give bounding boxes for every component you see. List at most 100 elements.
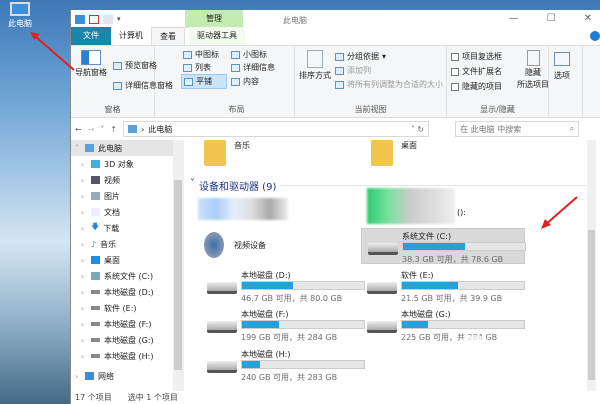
chevron-right-icon[interactable]: › — [75, 372, 81, 381]
hide-selected-button[interactable]: 隐藏所选项目 — [517, 50, 549, 90]
chevron-right-icon[interactable]: › — [81, 272, 87, 281]
chevron-right-icon[interactable]: › — [81, 240, 87, 249]
nav-label: 网络 — [98, 371, 114, 382]
layout-list[interactable]: 列表 — [183, 62, 211, 73]
tiles-icon — [184, 78, 193, 86]
tab-view[interactable]: 查看 — [151, 27, 185, 45]
chevron-right-icon[interactable]: › — [81, 352, 87, 361]
chevron-right-icon[interactable]: › — [81, 192, 87, 201]
nav-item-desktop[interactable]: ›桌面 — [71, 252, 183, 268]
chevron-down-icon[interactable]: ˅ — [190, 178, 195, 193]
sort-by-button[interactable]: 排序方式 — [299, 50, 331, 81]
layout-tiles[interactable]: 平铺 — [181, 74, 227, 89]
customize-dropdown-icon[interactable]: ▾ — [117, 15, 127, 24]
folder-music[interactable]: 音乐 — [204, 140, 250, 166]
chevron-right-icon[interactable]: › — [81, 304, 87, 313]
nav-item-drive-c[interactable]: › 系统文件 (C:) — [71, 268, 183, 284]
layout-medium-icons[interactable]: 中图标 — [183, 49, 219, 60]
search-input[interactable]: 在 此电脑 中搜索⌕ — [455, 121, 579, 137]
refresh-icon[interactable]: ˅ ↻ — [411, 125, 424, 134]
fit-columns-button[interactable]: 将所有列调整为合适的大小 — [335, 79, 443, 90]
medium-icons-icon — [183, 51, 192, 59]
drive-name: 本地磁盘 (D:) — [241, 270, 291, 281]
drive-tile[interactable]: 软件 (E:) 21.5 GB 可用，共 39.9 GB — [361, 268, 525, 304]
hard-drive-icon — [367, 321, 397, 333]
up-button[interactable]: ↑ — [110, 125, 117, 134]
drive-name: 本地磁盘 (F:) — [241, 309, 288, 320]
new-folder-icon[interactable] — [103, 15, 113, 24]
nav-item-downloads[interactable]: ›🡇下载 — [71, 220, 183, 236]
folder-desktop[interactable]: 桌面 — [371, 140, 417, 166]
nav-label: 系统文件 (C:) — [104, 271, 153, 282]
context-tab-manage[interactable]: 管理 — [185, 10, 243, 28]
status-bar: 17 个项目 选中 1 个项目 — [71, 391, 600, 404]
chevron-right-icon[interactable]: › — [81, 224, 87, 233]
help-icon[interactable] — [590, 31, 600, 41]
add-column-button[interactable]: 添加列 — [335, 65, 371, 76]
chevron-right-icon[interactable]: › — [81, 336, 87, 345]
nav-item-drive-f[interactable]: ›本地磁盘 (F:) — [71, 316, 183, 332]
nav-item-documents[interactable]: ›文档 — [71, 204, 183, 220]
checkbox[interactable] — [451, 83, 459, 91]
file-extensions-toggle[interactable]: 文件扩展名 — [451, 66, 502, 77]
chevron-right-icon[interactable]: › — [81, 320, 87, 329]
layout-content[interactable]: 内容 — [231, 76, 259, 87]
watermark-logo: 路由器luyouqi.com — [455, 335, 555, 375]
maximize-button[interactable]: ☐ — [547, 13, 556, 24]
drive-tile[interactable]: 本地磁盘 (D:) 46.7 GB 可用，共 80.0 GB — [201, 268, 365, 304]
nav-item-3d-objects[interactable]: ›3D 对象 — [71, 156, 183, 172]
content-scrollbar[interactable] — [587, 140, 596, 391]
tab-computer[interactable]: 计算机 — [111, 27, 151, 45]
minimize-button[interactable]: — — [509, 13, 519, 24]
checkbox[interactable] — [451, 68, 459, 76]
video-device[interactable]: 视频设备 — [204, 232, 266, 258]
checkbox[interactable] — [451, 53, 459, 61]
close-button[interactable]: ✕ — [584, 13, 592, 24]
group-by-button[interactable]: 分组依据▾ — [335, 51, 386, 62]
chevron-right-icon[interactable]: › — [81, 288, 87, 297]
breadcrumb-this-pc[interactable]: 此电脑 — [148, 124, 172, 135]
forward-button[interactable]: → — [88, 125, 95, 134]
drive-tile[interactable]: 系统文件 (C:) 38.3 GB 可用，共 78.6 GB — [361, 228, 525, 264]
drive-usage-fill — [242, 321, 279, 328]
nav-scrollbar[interactable] — [173, 140, 183, 391]
chevron-right-icon[interactable]: › — [81, 256, 87, 265]
nav-item-network[interactable]: › 网络 — [71, 368, 183, 384]
layout-details[interactable]: 详细信息 — [231, 62, 275, 73]
nav-item-music[interactable]: ›♪音乐 — [71, 236, 183, 252]
item-checkboxes-toggle[interactable]: 项目复选框 — [451, 51, 502, 62]
tab-drive-tools[interactable]: 驱动器工具 — [189, 27, 245, 45]
documents-icon — [91, 208, 100, 216]
chevron-right-icon[interactable]: › — [81, 160, 87, 169]
scrollbar-thumb[interactable] — [174, 180, 182, 370]
nav-item-drive-d[interactable]: ›本地磁盘 (D:) — [71, 284, 183, 300]
blurred-item-suffix: (): — [457, 208, 466, 217]
hidden-items-toggle[interactable]: 隐藏的项目 — [451, 81, 502, 92]
nav-item-pictures[interactable]: › 图片 — [71, 188, 183, 204]
details-icon — [231, 64, 240, 72]
properties-icon[interactable] — [89, 15, 99, 24]
nav-label: 图片 — [104, 191, 120, 202]
nav-item-drive-g[interactable]: ›本地磁盘 (G:) — [71, 332, 183, 348]
preview-pane-button[interactable]: 预览窗格 — [113, 60, 157, 71]
recent-locations-button[interactable]: ˅ — [100, 125, 104, 134]
nav-item-drive-e[interactable]: ›软件 (E:) — [71, 300, 183, 316]
chevron-right-icon[interactable]: › — [81, 208, 87, 217]
back-button[interactable]: ← — [75, 125, 82, 134]
nav-item-this-pc[interactable]: ˅此电脑 — [71, 140, 183, 156]
nav-item-drive-h[interactable]: ›本地磁盘 (H:) — [71, 348, 183, 364]
address-bar[interactable]: › 此电脑 ˅ ↻ — [123, 121, 429, 137]
blurred-item — [367, 188, 455, 224]
layout-small-icons[interactable]: 小图标 — [231, 49, 267, 60]
nav-item-videos[interactable]: ›视频 — [71, 172, 183, 188]
drive-tile[interactable]: 本地磁盘 (H:) 240 GB 可用，共 283 GB — [201, 347, 365, 383]
drive-usage-bar — [402, 242, 526, 251]
scrollbar-thumb[interactable] — [588, 230, 595, 380]
options-button[interactable]: 选项 — [554, 52, 570, 81]
3d-objects-icon — [91, 160, 100, 168]
chevron-down-icon[interactable]: ˅ — [75, 144, 81, 153]
details-pane-button[interactable]: 详细信息窗格 — [113, 80, 173, 91]
drive-tile[interactable]: 本地磁盘 (F:) 199 GB 可用，共 284 GB — [201, 307, 365, 343]
drive-usage-fill — [403, 243, 465, 250]
chevron-right-icon[interactable]: › — [81, 176, 87, 185]
